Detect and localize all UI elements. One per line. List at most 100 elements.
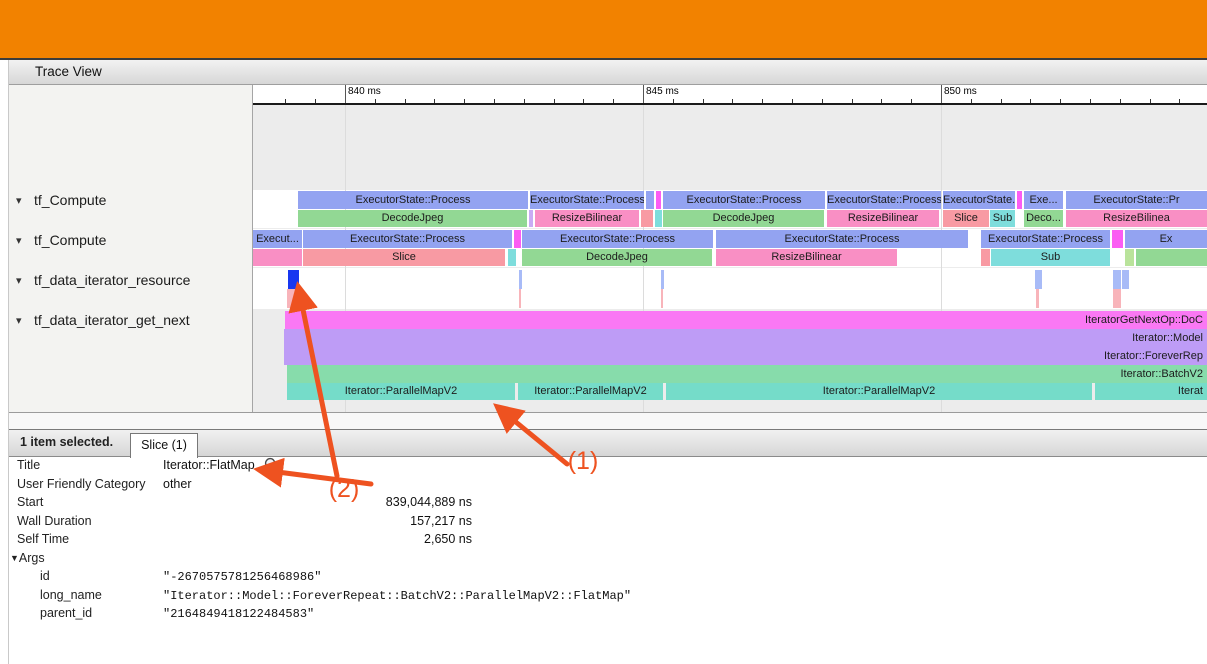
top-banner bbox=[0, 0, 1207, 58]
trace-event-bar-tf-compute-1-process[interactable]: ExecutorState::Process bbox=[827, 191, 941, 209]
arg-key: id bbox=[40, 569, 50, 583]
trace-event-bar-iterator-resource-bottom[interactable] bbox=[661, 289, 663, 308]
trace-event-bar-tf-compute-1-ops[interactable] bbox=[641, 210, 653, 227]
collapse-triangle-icon[interactable]: ▾ bbox=[16, 234, 22, 247]
trace-event-bar-tf-compute-2-process[interactable] bbox=[1112, 230, 1123, 248]
panel-splitter[interactable] bbox=[9, 412, 1207, 430]
track-label: tf_data_iterator_resource bbox=[34, 272, 190, 288]
selected-slice-bar[interactable] bbox=[288, 270, 299, 289]
selection-detail-panel: 1 item selected. Slice (1) TitleIterator… bbox=[9, 430, 1207, 664]
arg-row-long_name: long_name"Iterator::Model::ForeverRepeat… bbox=[9, 588, 1207, 606]
trace-event-bar-iterator-parallelmapv2[interactable]: Iterator::ParallelMapV2 bbox=[518, 383, 663, 400]
trace-event-bar-iterator-resource-bottom[interactable] bbox=[1036, 289, 1039, 308]
trace-event-bar-iterator-parallelmapv2[interactable]: Iterator::ParallelMapV2 bbox=[287, 383, 515, 400]
trace-event-bar-tf-compute-2-process[interactable]: ExecutorState::Process bbox=[981, 230, 1110, 248]
collapse-triangle-icon[interactable]: ▾ bbox=[16, 274, 22, 287]
arg-row-id: id"-2670575781256468986" bbox=[9, 569, 1207, 587]
collapse-triangle-icon[interactable]: ▾ bbox=[16, 314, 22, 327]
trace-event-bar-iterator-batchv2[interactable]: Iterator::BatchV2 bbox=[287, 365, 1207, 383]
trace-event-bar-tf-compute-2-ops[interactable] bbox=[1125, 249, 1134, 266]
ruler-minor-tick bbox=[881, 99, 882, 103]
trace-event-bar-iterator-resource-bottom[interactable] bbox=[1113, 289, 1121, 308]
trace-event-bar-iterator-parallelmapv2[interactable]: Iterator::ParallelMapV2 bbox=[666, 383, 1092, 400]
trace-event-bar-iterator-parallelmapv2[interactable]: Iterat bbox=[1095, 383, 1207, 400]
trace-event-bar-tf-compute-1-process[interactable]: ExecutorState::Process bbox=[663, 191, 825, 209]
trace-event-bar-iterator-resource-top[interactable] bbox=[1113, 270, 1121, 289]
field-label: Start bbox=[17, 495, 43, 509]
args-expander[interactable]: ▼Args bbox=[10, 551, 45, 565]
trace-event-bar-tf-compute-1-ops[interactable] bbox=[655, 210, 662, 227]
trace-event-bar-tf-compute-2-ops[interactable]: ResizeBilinear bbox=[716, 249, 897, 266]
trace-event-bar-iterator-resource-bottom[interactable] bbox=[287, 289, 298, 308]
trace-event-bar-tf-compute-2-process[interactable]: Execut... bbox=[253, 230, 302, 248]
trace-event-bar-tf-compute-2-process[interactable] bbox=[514, 230, 521, 248]
trace-event-bar-tf-compute-1-process[interactable]: ExecutorState::Process bbox=[530, 191, 644, 209]
trace-event-bar-tf-compute-2-ops[interactable] bbox=[508, 249, 516, 266]
trace-event-bar-tf-compute-1-process[interactable]: ExecutorState::Pr bbox=[1066, 191, 1207, 209]
trace-event-bar-iterator-model[interactable]: Iterator::Model bbox=[284, 329, 1207, 347]
field-label: User Friendly Category bbox=[17, 477, 146, 491]
track-label: tf_Compute bbox=[34, 192, 106, 208]
field-value: other bbox=[163, 477, 192, 491]
trace-view-titlebar: Trace View bbox=[9, 60, 1207, 85]
trace-event-bar-tf-compute-1-ops[interactable]: Slice bbox=[943, 210, 989, 227]
zoom-to-selection-button[interactable] bbox=[264, 457, 280, 476]
trace-event-bar-iterator-get-next-op[interactable]: IteratorGetNextOp::DoC bbox=[285, 311, 1207, 329]
timeline-canvas[interactable]: ExecutorState::ProcessExecutorState::Pro… bbox=[253, 105, 1207, 412]
track-label-row-2[interactable]: ▾ tf_data_iterator_resource bbox=[9, 271, 252, 291]
trace-event-bar-tf-compute-1-ops[interactable]: DecodeJpeg bbox=[298, 210, 527, 227]
trace-event-bar-tf-compute-1-ops[interactable]: ResizeBilinear bbox=[827, 210, 939, 227]
ruler-minor-tick bbox=[1120, 99, 1121, 103]
trace-event-bar-tf-compute-1-ops[interactable] bbox=[529, 210, 533, 227]
trace-event-bar-iterator-resource-top[interactable] bbox=[661, 270, 664, 289]
trace-event-bar-tf-compute-1-ops[interactable]: Sub bbox=[990, 210, 1015, 227]
trace-event-bar-tf-compute-1-process[interactable] bbox=[656, 191, 661, 209]
ruler-minor-tick bbox=[852, 99, 853, 103]
track-label-row-3[interactable]: ▾tf_data_iterator_get_next bbox=[9, 311, 252, 331]
ruler-minor-tick bbox=[1001, 99, 1002, 103]
ruler-minor-tick bbox=[375, 99, 376, 103]
trace-event-bar-iterator-resource-top[interactable] bbox=[519, 270, 522, 289]
trace-event-bar-tf-compute-2-process[interactable]: ExecutorState::Process bbox=[303, 230, 512, 248]
ruler-minor-tick bbox=[1060, 99, 1061, 103]
trace-event-bar-tf-compute-1-process[interactable]: Exe... bbox=[1024, 191, 1063, 209]
timeline-ruler[interactable]: 840 ms845 ms850 ms bbox=[253, 85, 1207, 105]
ruler-minor-tick bbox=[494, 99, 495, 103]
track-label-row-0[interactable]: ▾ tf_Compute bbox=[9, 191, 252, 211]
trace-event-bar-iterator-resource-bottom[interactable] bbox=[519, 289, 521, 308]
trace-event-bar-tf-compute-1-process[interactable]: ExecutorState::Process bbox=[298, 191, 528, 209]
trace-event-bar-tf-compute-2-ops[interactable]: Sub bbox=[991, 249, 1110, 266]
args-header-row: ▼Args bbox=[9, 551, 1207, 569]
arg-row-parent_id: parent_id"2164849418122484583" bbox=[9, 606, 1207, 624]
trace-event-bar-tf-compute-2-process[interactable]: ExecutorState::Process bbox=[716, 230, 968, 248]
trace-event-bar-tf-compute-1-ops[interactable]: Deco... bbox=[1024, 210, 1063, 227]
trace-event-bar-tf-compute-2-process[interactable]: Ex bbox=[1125, 230, 1207, 248]
arg-value: "2164849418122484583" bbox=[163, 607, 314, 621]
collapse-triangle-icon[interactable]: ▾ bbox=[16, 194, 22, 207]
trace-event-bar-tf-compute-2-ops[interactable]: Slice bbox=[303, 249, 505, 266]
tab-slice[interactable]: Slice (1) bbox=[130, 433, 198, 458]
trace-view-title: Trace View bbox=[35, 64, 102, 79]
ruler-minor-tick bbox=[762, 99, 763, 103]
trace-event-bar-tf-compute-2-ops[interactable] bbox=[253, 249, 302, 266]
trace-event-bar-tf-compute-1-process[interactable] bbox=[1017, 191, 1022, 209]
trace-event-bar-tf-compute-1-ops[interactable]: ResizeBilinear bbox=[535, 210, 639, 227]
trace-event-bar-tf-compute-2-ops[interactable]: DecodeJpeg bbox=[522, 249, 712, 266]
field-value: 157,217 ns bbox=[163, 514, 472, 528]
ruler-minor-tick bbox=[464, 99, 465, 103]
trace-event-bar-tf-compute-1-ops[interactable]: DecodeJpeg bbox=[663, 210, 824, 227]
trace-event-bar-iterator-resource-top[interactable] bbox=[1122, 270, 1129, 289]
trace-event-bar-tf-compute-1-process[interactable]: ExecutorState... bbox=[943, 191, 1015, 209]
trace-event-bar-iterator-forever-repeat[interactable]: Iterator::ForeverRep bbox=[284, 347, 1207, 365]
trace-event-bar-tf-compute-2-process[interactable]: ExecutorState::Process bbox=[522, 230, 713, 248]
ruler-minor-tick bbox=[673, 99, 674, 103]
selection-status: 1 item selected. bbox=[20, 435, 113, 449]
trace-event-bar-tf-compute-2-ops[interactable] bbox=[1136, 249, 1207, 266]
track-band-iterator-resource bbox=[253, 268, 1207, 309]
trace-event-bar-iterator-resource-top[interactable] bbox=[1035, 270, 1042, 289]
track-label-row-1[interactable]: ▾tf_Compute bbox=[9, 231, 252, 251]
trace-event-bar-tf-compute-1-ops[interactable]: ResizeBilinea bbox=[1066, 210, 1207, 227]
trace-event-bar-tf-compute-1-process[interactable] bbox=[646, 191, 654, 209]
ruler-minor-tick bbox=[315, 99, 316, 103]
trace-event-bar-tf-compute-2-ops[interactable] bbox=[981, 249, 990, 266]
